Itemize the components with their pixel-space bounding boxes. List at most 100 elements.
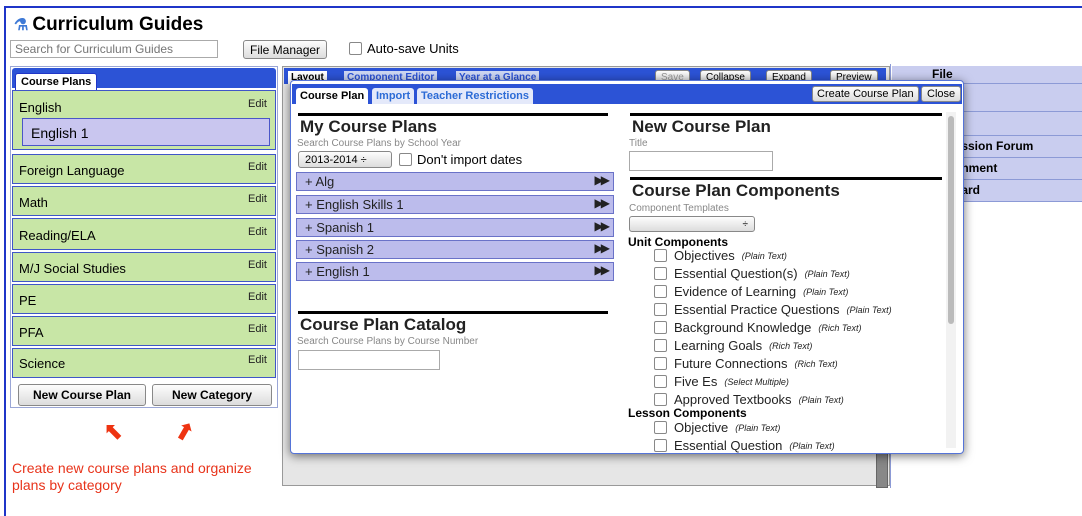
component-checkbox[interactable] <box>654 375 667 388</box>
app-title-text: Curriculum Guides <box>32 14 204 35</box>
section-rule <box>630 113 942 116</box>
category-label: Science <box>19 356 66 371</box>
category-label: M/J Social Studies <box>19 261 126 276</box>
component-type: (Plain Text) <box>735 422 781 433</box>
close-button[interactable]: Close <box>921 86 962 102</box>
component-type: (Plain Text) <box>804 268 850 279</box>
go-icon[interactable]: ▶▶ <box>595 219 611 233</box>
component-evidence-of-learning[interactable]: Evidence of Learning (Plain Text) <box>654 284 848 299</box>
plan-row-spanish-2[interactable]: + Spanish 2 ▶▶ <box>296 240 614 259</box>
plan-row-spanish-1[interactable]: + Spanish 1 ▶▶ <box>296 218 614 237</box>
plan-name: + Spanish 1 <box>305 220 375 235</box>
course-number-input[interactable] <box>298 350 440 370</box>
component-name: Future Connections <box>674 356 788 371</box>
title-label: Title <box>629 138 648 149</box>
component-future-connections[interactable]: Future Connections (Rich Text) <box>654 356 838 371</box>
component-type: (Select Multiple) <box>724 376 789 387</box>
plan-row-english-skills-1[interactable]: + English Skills 1 ▶▶ <box>296 195 614 214</box>
category-science[interactable]: Science Edit <box>12 348 276 378</box>
school-year-select[interactable]: 2013-2014 ÷ <box>298 151 392 168</box>
component-checkbox[interactable] <box>654 393 667 406</box>
component-type: (Rich Text) <box>769 340 813 351</box>
component-checkbox[interactable] <box>654 339 667 352</box>
component-checkbox[interactable] <box>654 285 667 298</box>
plan-row-alg[interactable]: + Alg ▶▶ <box>296 172 614 191</box>
edit-link[interactable]: Edit <box>248 354 267 366</box>
component-five-es[interactable]: Five Es (Select Multiple) <box>654 374 789 389</box>
edit-link[interactable]: Edit <box>248 323 267 335</box>
autosave-toggle[interactable]: Auto-save Units <box>349 41 459 56</box>
component-background-knowledge[interactable]: Background Knowledge (Rich Text) <box>654 320 862 335</box>
tab-teacher-restrictions[interactable]: Teacher Restrictions <box>417 88 534 104</box>
component-name: Evidence of Learning <box>674 284 797 299</box>
component-name: Approved Textbooks <box>674 392 792 407</box>
go-icon[interactable]: ▶▶ <box>595 263 611 277</box>
category-pfa[interactable]: PFA Edit <box>12 316 276 346</box>
edit-link[interactable]: Edit <box>248 161 267 173</box>
component-checkbox[interactable] <box>654 321 667 334</box>
component-checkbox[interactable] <box>654 439 667 452</box>
component-essential-questions[interactable]: Essential Question(s) (Plain Text) <box>654 266 850 281</box>
new-category-button[interactable]: New Category <box>152 384 272 406</box>
component-objectives[interactable]: Objectives (Plain Text) <box>654 248 787 263</box>
category-label: PE <box>19 293 37 308</box>
app-title: ⚗ Curriculum Guides <box>14 14 203 36</box>
component-checkbox[interactable] <box>654 267 667 280</box>
component-name: Essential Question(s) <box>674 266 798 281</box>
component-name: Learning Goals <box>674 338 763 353</box>
component-learning-goals[interactable]: Learning Goals (Rich Text) <box>654 338 812 353</box>
category-foreign-language[interactable]: Foreign Language Edit <box>12 154 276 184</box>
component-templates-select[interactable]: ÷ <box>629 216 755 232</box>
go-icon[interactable]: ▶▶ <box>595 241 611 255</box>
section-rule <box>630 177 942 180</box>
tab-course-plans[interactable]: Course Plans <box>15 73 98 90</box>
component-essential-question[interactable]: Essential Question (Plain Text) <box>654 438 835 453</box>
dialog-scrollbar-thumb[interactable] <box>948 116 954 324</box>
new-course-plan-button[interactable]: New Course Plan <box>18 384 146 406</box>
component-name: Objective <box>674 420 729 435</box>
edit-link[interactable]: Edit <box>248 98 267 110</box>
go-icon[interactable]: ▶▶ <box>595 196 611 210</box>
search-input[interactable] <box>10 40 218 58</box>
create-course-plan-button[interactable]: Create Course Plan <box>812 86 919 102</box>
tab-import[interactable]: Import <box>372 88 415 104</box>
component-name: Background Knowledge <box>674 320 812 335</box>
component-checkbox[interactable] <box>654 303 667 316</box>
my-course-plans-heading: My Course Plans <box>300 117 437 136</box>
component-essential-practice-questions[interactable]: Essential Practice Questions (Plain Text) <box>654 302 892 317</box>
category-label: Foreign Language <box>19 163 125 178</box>
category-label: PFA <box>19 325 44 340</box>
component-objective[interactable]: Objective (Plain Text) <box>654 420 780 435</box>
edit-link[interactable]: Edit <box>248 291 267 303</box>
tab-course-plan[interactable]: Course Plan <box>296 88 369 104</box>
component-checkbox[interactable] <box>654 249 667 262</box>
lesson-components-heading: Lesson Components <box>628 406 747 420</box>
category-mj-social-studies[interactable]: M/J Social Studies Edit <box>12 252 276 282</box>
component-checkbox[interactable] <box>654 421 667 434</box>
category-reading-ela[interactable]: Reading/ELA Edit <box>12 218 276 250</box>
plan-name: + Alg <box>305 174 335 189</box>
plan-row-english-1[interactable]: + English 1 ▶▶ <box>296 262 614 281</box>
editor-scrollbar[interactable] <box>876 450 888 488</box>
category-label: English <box>19 100 62 115</box>
edit-link[interactable]: Edit <box>248 259 267 271</box>
new-course-plan-heading: New Course Plan <box>632 117 771 136</box>
edit-link[interactable]: Edit <box>248 226 267 238</box>
autosave-checkbox[interactable] <box>349 42 362 55</box>
file-manager-button[interactable]: File Manager <box>243 40 328 59</box>
go-icon[interactable]: ▶▶ <box>595 173 611 187</box>
edit-link[interactable]: Edit <box>248 193 267 205</box>
autosave-label: Auto-save Units <box>367 41 459 56</box>
component-type: (Plain Text) <box>803 286 849 297</box>
dont-import-dates-checkbox[interactable] <box>399 153 412 166</box>
course-english-1[interactable]: English 1 <box>22 118 270 146</box>
component-name: Essential Question <box>674 438 783 453</box>
component-checkbox[interactable] <box>654 357 667 370</box>
category-math[interactable]: Math Edit <box>12 186 276 216</box>
dont-import-dates-toggle[interactable]: Don't import dates <box>399 152 522 167</box>
component-type: (Rich Text) <box>818 322 862 333</box>
title-input[interactable] <box>629 151 773 171</box>
component-approved-textbooks[interactable]: Approved Textbooks (Plain Text) <box>654 392 844 407</box>
component-type: (Plain Text) <box>846 304 892 315</box>
category-pe[interactable]: PE Edit <box>12 284 276 314</box>
